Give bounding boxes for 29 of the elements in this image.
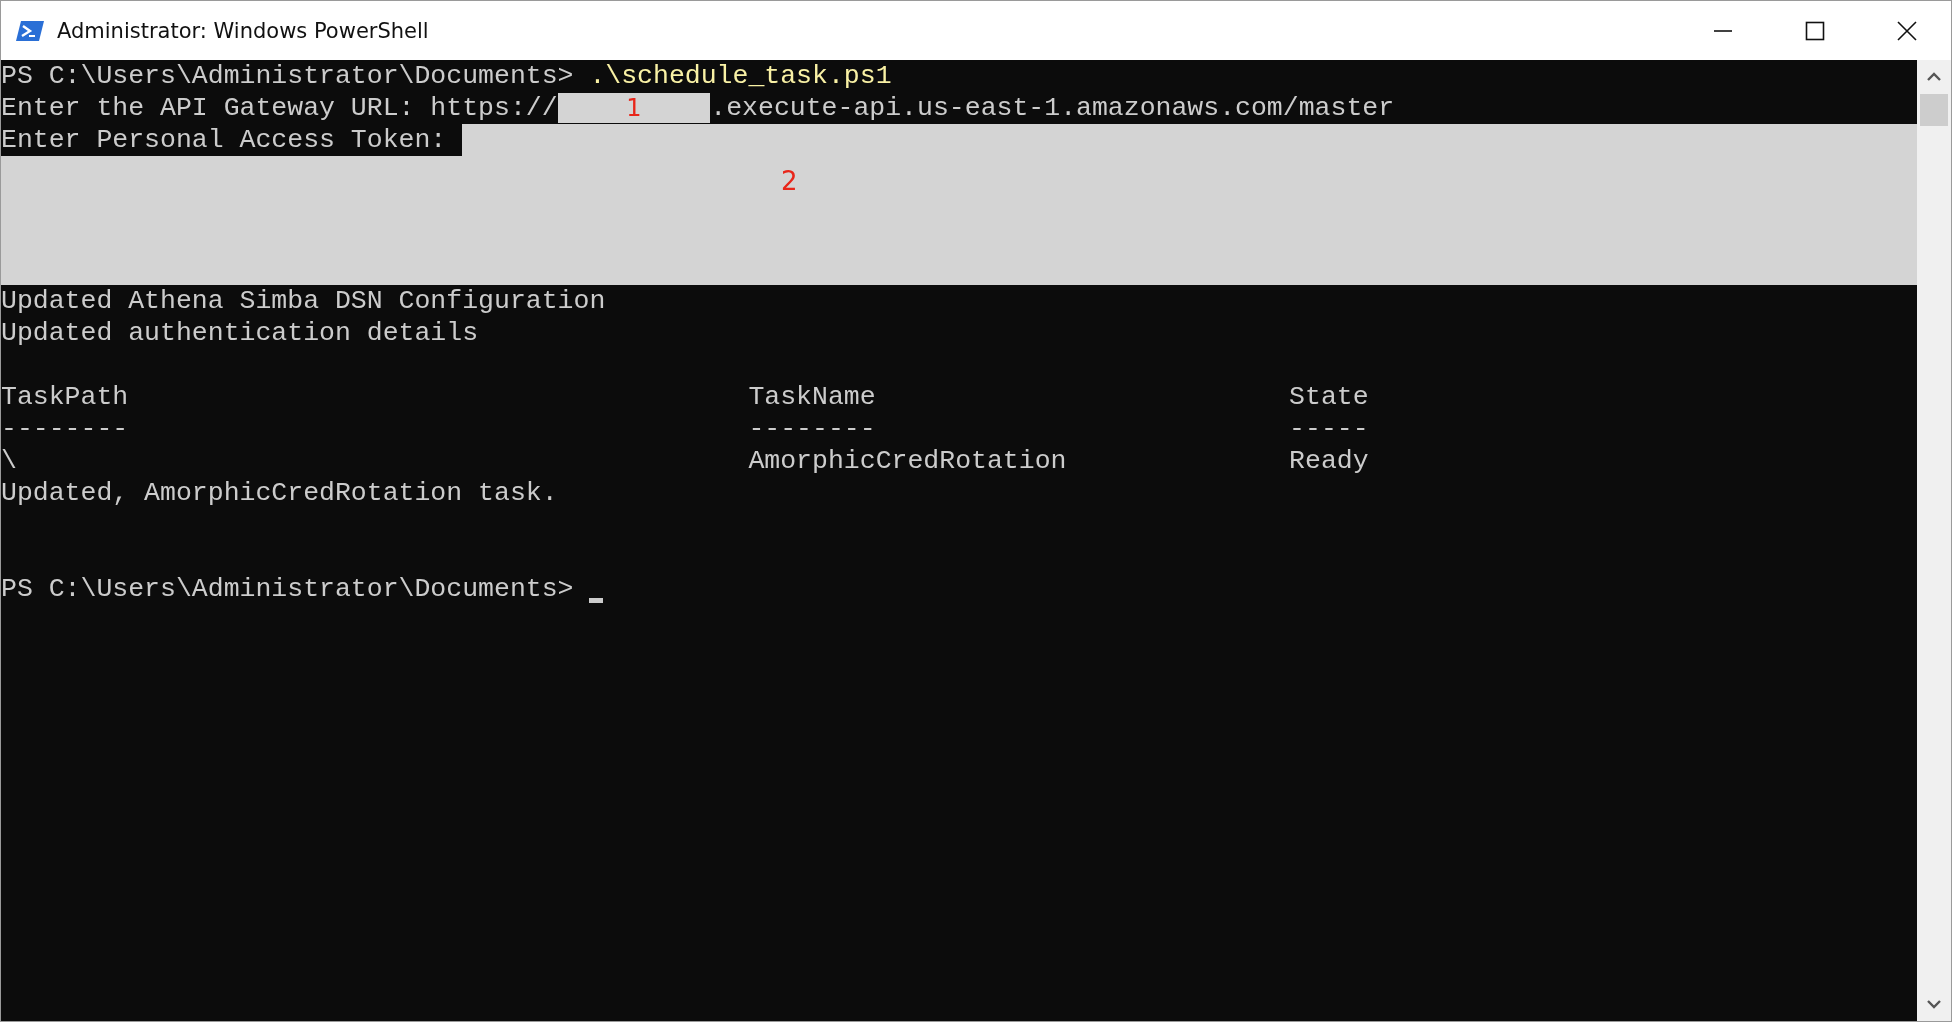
table-cell: \ bbox=[1, 446, 17, 476]
output-text: Updated authentication details bbox=[1, 317, 479, 349]
scroll-thumb[interactable] bbox=[1920, 94, 1948, 126]
header-underline: -------- bbox=[1, 414, 129, 444]
maximize-icon[interactable] bbox=[1805, 20, 1825, 41]
text-cursor bbox=[589, 598, 604, 603]
column-header: State bbox=[1289, 382, 1369, 412]
scroll-down-icon[interactable] bbox=[1926, 999, 1942, 1009]
output-text: Updated Athena Simba DSN Configuration bbox=[1, 285, 606, 317]
url-text: .execute-api.us-east-1.amazonaws.com/master bbox=[710, 92, 1395, 124]
table-cell: Ready bbox=[1289, 446, 1369, 476]
command-text: .\schedule_task.ps1 bbox=[589, 60, 892, 92]
prompt-text: PS C:\Users\Administrator\Documents> bbox=[1, 573, 574, 605]
table-cell: AmorphicCredRotation bbox=[748, 446, 1067, 476]
close-icon[interactable] bbox=[1897, 20, 1917, 41]
header-underline: ----- bbox=[1289, 414, 1369, 444]
url-prompt-text: Enter the API Gateway URL: https:// bbox=[1, 92, 558, 124]
token-prompt-text: Enter Personal Access Token: bbox=[1, 124, 447, 156]
scroll-up-icon[interactable] bbox=[1926, 72, 1942, 82]
window-title: Administrator: Windows PowerShell bbox=[57, 18, 429, 43]
header-underline: -------- bbox=[748, 414, 876, 444]
terminal-icon bbox=[15, 18, 45, 43]
redaction-block: 1 bbox=[557, 93, 711, 123]
scrollbar[interactable] bbox=[1917, 60, 1951, 1021]
prompt-text: PS C:\Users\Administrator\Documents> bbox=[1, 60, 574, 92]
redaction-block: 2 bbox=[1, 156, 1917, 285]
output-text: Updated, AmorphicCredRotation task. bbox=[1, 477, 558, 509]
column-header: TaskPath bbox=[1, 382, 129, 412]
column-header: TaskName bbox=[748, 382, 876, 412]
